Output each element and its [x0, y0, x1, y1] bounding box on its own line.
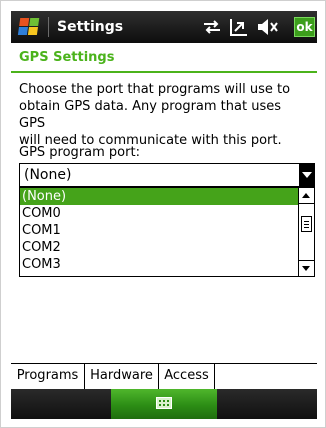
page-title: GPS Settings: [19, 50, 115, 65]
input-panel-button[interactable]: [111, 389, 217, 419]
title-separator: [48, 17, 49, 37]
connectivity-icon[interactable]: [201, 15, 223, 39]
port-option-com3[interactable]: COM3: [20, 256, 298, 273]
windows-start-icon: [17, 18, 41, 36]
scroll-up-arrow-icon[interactable]: [299, 188, 314, 204]
header-divider: [11, 71, 317, 73]
dropdown-scrollbar[interactable]: [298, 188, 314, 276]
dropdown-arrow-icon[interactable]: [299, 164, 314, 186]
gps-port-label: GPS program port:: [19, 145, 140, 160]
gps-port-value: (None): [24, 167, 72, 183]
device-screen: Settings ok GPS Settings Choose the port…: [0, 0, 326, 428]
ok-button[interactable]: ok: [294, 17, 315, 37]
title-bar: Settings ok: [11, 11, 317, 43]
gps-port-dropdown-list[interactable]: (None) COM0 COM1 COM2 COM3: [19, 187, 315, 277]
keyboard-icon: [156, 397, 172, 409]
volume-muted-icon[interactable]: [255, 15, 281, 39]
port-option-com0[interactable]: COM0: [20, 205, 298, 222]
page-header: GPS Settings: [11, 47, 317, 73]
scroll-down-arrow-icon[interactable]: [299, 260, 314, 276]
menu-bar: [11, 389, 317, 419]
port-option-com1[interactable]: COM1: [20, 222, 298, 239]
tab-programs[interactable]: Programs: [11, 364, 85, 389]
signal-off-icon[interactable]: [227, 15, 251, 39]
port-option-com2[interactable]: COM2: [20, 239, 298, 256]
description-line: Choose the port that programs will use t…: [19, 82, 291, 97]
tab-hardware[interactable]: Hardware: [85, 363, 159, 389]
tab-access[interactable]: Access: [159, 363, 215, 389]
port-option-none[interactable]: (None): [20, 188, 298, 205]
gps-port-combobox[interactable]: (None): [19, 163, 315, 187]
tab-strip: Programs Hardware Access: [11, 363, 317, 389]
start-button[interactable]: [13, 13, 45, 41]
window-title: Settings: [57, 19, 124, 35]
description-line: obtain GPS data. Any program that uses G…: [19, 99, 281, 131]
description-text: Choose the port that programs will use t…: [19, 81, 309, 149]
scroll-thumb[interactable]: [301, 216, 312, 232]
